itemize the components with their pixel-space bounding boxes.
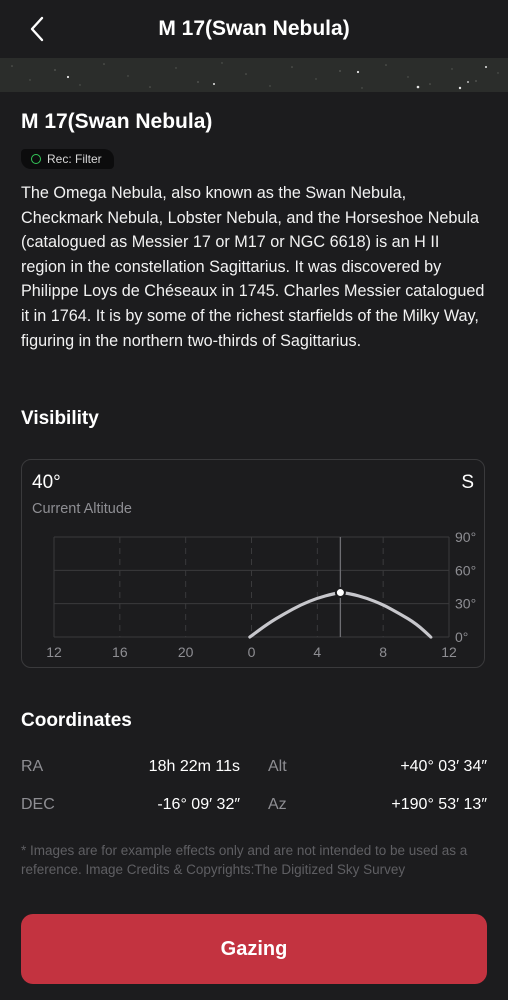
gazing-button[interactable]: Gazing: [21, 914, 487, 984]
back-button[interactable]: [22, 14, 52, 44]
alt-value: +40° 03′ 34″: [400, 758, 487, 775]
x-tick-label: 0: [248, 644, 256, 660]
image-disclaimer: * Images are for example effects only an…: [21, 843, 468, 877]
x-tick-label: 12: [46, 644, 62, 660]
az-label: Az: [268, 796, 287, 813]
y-tick-label: 90°: [455, 529, 476, 545]
x-tick-label: 16: [112, 644, 128, 660]
x-tick-label: 4: [313, 644, 321, 660]
object-image: [0, 58, 508, 92]
coordinates-title: Coordinates: [21, 710, 132, 731]
alt-label: Alt: [268, 758, 287, 775]
ra-label: RA: [21, 758, 44, 775]
chevron-left-icon: [30, 16, 44, 42]
altitude-chart: 90°60°30°0°12 16 20 0 4 8 12: [46, 529, 476, 660]
badge-label: Rec: Filter: [47, 152, 102, 166]
current-position-marker: [334, 587, 346, 599]
rec-filter-badge: Rec: Filter: [21, 149, 114, 169]
status-dot-icon: [31, 154, 41, 164]
visibility-title: Visibility: [21, 408, 99, 429]
y-tick-label: 0°: [455, 629, 468, 645]
visibility-card: 40° Current Altitude S 90° 60° 30° 0° 12 16 20…: [21, 459, 485, 668]
dec-value: -16° 09′ 32″: [157, 796, 240, 813]
y-tick-label: 60°: [455, 562, 476, 578]
y-tick-label: 30°: [455, 596, 476, 612]
object-name: M 17(Swan Nebula): [21, 110, 213, 133]
ra-value: 18h 22m 11s: [148, 758, 240, 775]
dec-label: DEC: [21, 796, 55, 813]
az-value: +190° 53′ 13″: [391, 796, 487, 813]
nav-bar: M 17(Swan Nebula): [0, 0, 508, 58]
page-title: M 17(Swan Nebula): [158, 17, 350, 40]
x-tick-label: 12: [441, 644, 457, 660]
x-tick-label: 8: [379, 644, 387, 660]
x-tick-label: 20: [178, 644, 194, 660]
object-description: The Omega Nebula, also known as the Swan…: [21, 184, 485, 350]
